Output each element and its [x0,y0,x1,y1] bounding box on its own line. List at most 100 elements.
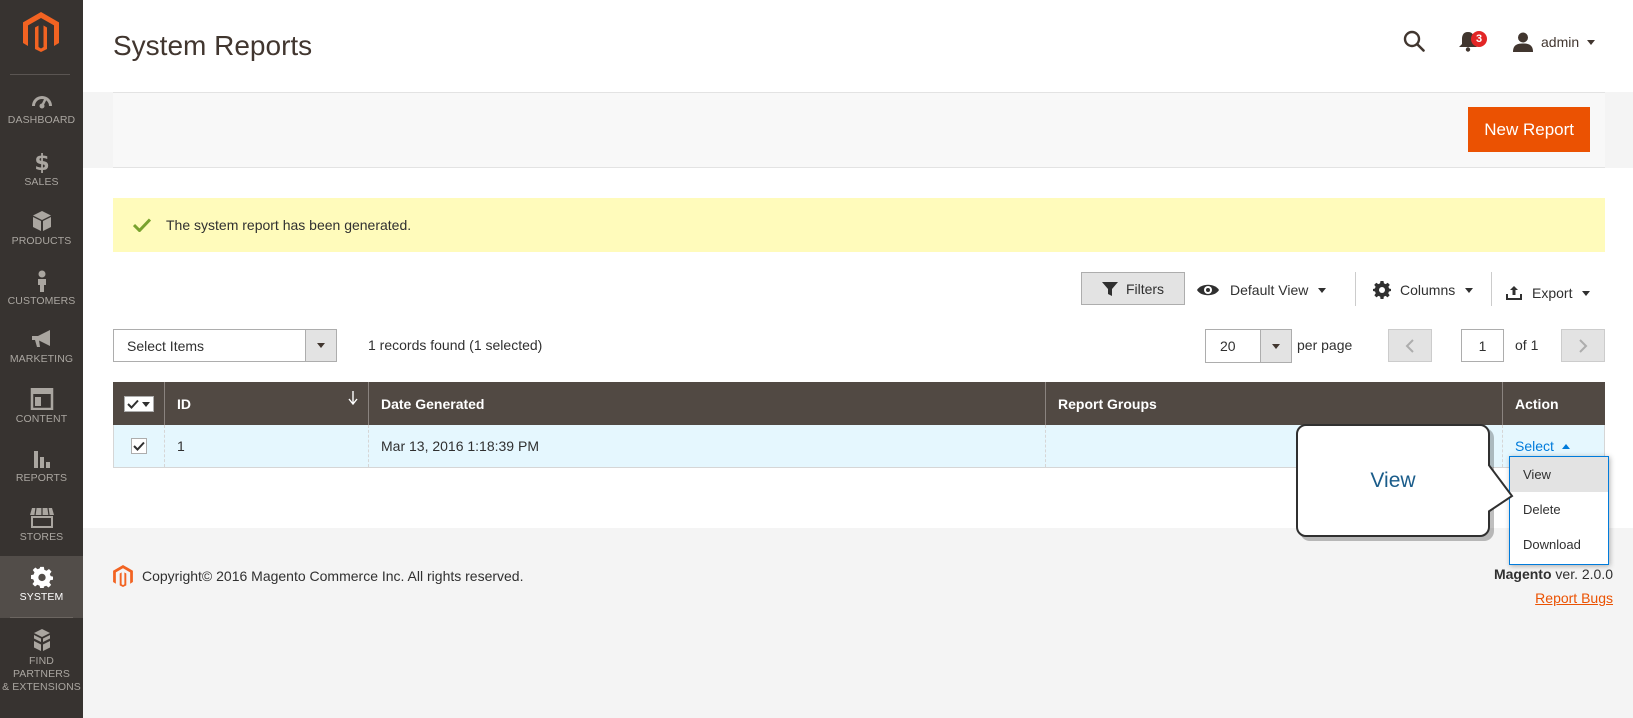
user-menu[interactable]: admin [1513,30,1596,54]
magento-logo[interactable] [0,0,83,75]
magento-logo-icon [23,12,59,52]
next-page-button[interactable] [1561,329,1605,362]
per-page-select[interactable]: 20 [1205,329,1292,363]
success-message: The system report has been generated. [113,198,1605,252]
new-report-button[interactable]: New Report [1468,107,1590,152]
columns-label: Columns [1400,282,1456,298]
checkmark-icon [133,218,151,232]
nav-dashboard[interactable]: DASHBOARD [0,79,83,141]
chevron-up-icon [1561,443,1570,449]
callout-annotation: View [1296,424,1490,537]
checkmark-icon [126,399,139,409]
nav-products[interactable]: PRODUCTS [0,200,83,262]
chevron-down-icon [1260,330,1291,362]
notifications-badge: 3 [1471,31,1487,47]
success-message-text: The system report has been generated. [166,217,412,233]
filters-button[interactable]: Filters [1081,272,1185,305]
chevron-down-icon [305,330,336,361]
search-icon [1403,30,1425,52]
action-download[interactable]: Download [1510,527,1608,562]
page-title: System Reports [113,30,313,61]
row-checkbox[interactable] [131,438,147,454]
nav-label: MARKETING [9,353,74,365]
magento-logo-icon [113,565,133,587]
global-search-button[interactable] [1403,30,1425,57]
layout-icon [30,388,53,410]
nav-reports[interactable]: REPORTS [0,437,83,499]
nav-stores[interactable]: STORES [0,496,83,558]
megaphone-icon [31,330,50,347]
column-header-report-groups[interactable]: Report Groups [1046,382,1503,425]
report-bugs-link[interactable]: Report Bugs [1535,590,1613,606]
row-checkbox-cell [113,425,165,467]
user-icon [1513,32,1533,52]
main-area: System Reports 3 admin New Report The sy… [83,0,1633,718]
nav-content[interactable]: CONTENT [0,378,83,440]
cubes-icon [33,629,50,651]
action-view[interactable]: View [1510,457,1608,492]
footer-version: Magento ver. 2.0.0 [1494,566,1613,582]
row-action-select[interactable]: Select [1515,438,1570,454]
column-header-date[interactable]: Date Generated [369,382,1046,425]
version-text: ver. 2.0.0 [1551,566,1613,582]
box-icon [32,211,51,231]
nav-label: DASHBOARD [7,114,76,126]
nav-label-line2: & EXTENSIONS [2,681,81,693]
row-date-generated: Mar 13, 2016 1:18:39 PM [369,425,1046,467]
sort-down-icon [348,391,358,405]
eye-icon [1197,284,1219,296]
column-header-id[interactable]: ID [165,382,369,425]
dashboard-icon [31,96,52,109]
mass-action-value: Select Items [127,337,205,354]
column-header-action: Action [1515,395,1559,412]
columns-dropdown[interactable]: Columns [1373,272,1474,308]
page-number-input[interactable] [1461,329,1504,362]
nav-label: SYSTEM [19,591,64,603]
mass-select-control[interactable] [123,395,154,412]
nav-sales[interactable]: $ SALES [0,141,83,203]
admin-sidebar: DASHBOARD $ SALES PRODUCTS CUSTOMERS MAR… [0,0,83,718]
callout-pointer [1488,463,1514,513]
page-actions-bar: New Report [113,92,1605,168]
mass-select-header[interactable] [113,382,165,425]
chevron-down-icon [1318,287,1327,293]
person-icon [37,270,46,292]
export-dropdown[interactable]: Export [1505,275,1591,311]
nav-label: CUSTOMERS [7,295,76,307]
bar-chart-icon [33,451,50,468]
nav-label: CONTENT [15,413,68,425]
nav-label: PRODUCTS [11,235,72,247]
nav-label: FIND PARTNERS [12,655,70,680]
page-total: of 1 [1515,337,1539,353]
per-page-label: per page [1297,337,1353,353]
nav-system[interactable]: SYSTEM [0,556,83,618]
footer-copyright: Copyright© 2016 Magento Commerce Inc. Al… [113,565,524,587]
chevron-right-icon [1579,338,1588,353]
user-name: admin [1541,34,1580,50]
chevron-down-icon [1465,287,1474,293]
nav-marketing[interactable]: MARKETING [0,318,83,380]
row-action-menu: View Delete Download [1509,456,1609,565]
default-view-label: Default View [1230,282,1309,298]
action-delete[interactable]: Delete [1510,492,1608,527]
checkmark-icon [133,441,145,451]
gear-icon [30,566,53,588]
chevron-down-icon [1587,39,1596,45]
brand-name: Magento [1493,566,1552,582]
nav-find-partners[interactable]: FIND PARTNERS & EXTENSIONS [0,618,83,693]
row-id: 1 [165,425,369,467]
export-label: Export [1532,285,1573,301]
svg-text:$: $ [34,151,49,173]
nav-customers[interactable]: CUSTOMERS [0,260,83,322]
toolbar-divider [1355,272,1356,306]
chevron-down-icon [1582,290,1591,296]
previous-page-button[interactable] [1388,329,1432,362]
default-view-dropdown[interactable]: Default View [1196,272,1327,308]
filters-label: Filters [1125,280,1165,297]
gear-icon [1373,281,1391,299]
mass-action-select[interactable]: Select Items [113,329,337,362]
dollar-icon: $ [34,151,49,173]
chevron-left-icon [1405,338,1414,353]
export-icon [1506,286,1522,300]
nav-label: REPORTS [15,472,68,484]
